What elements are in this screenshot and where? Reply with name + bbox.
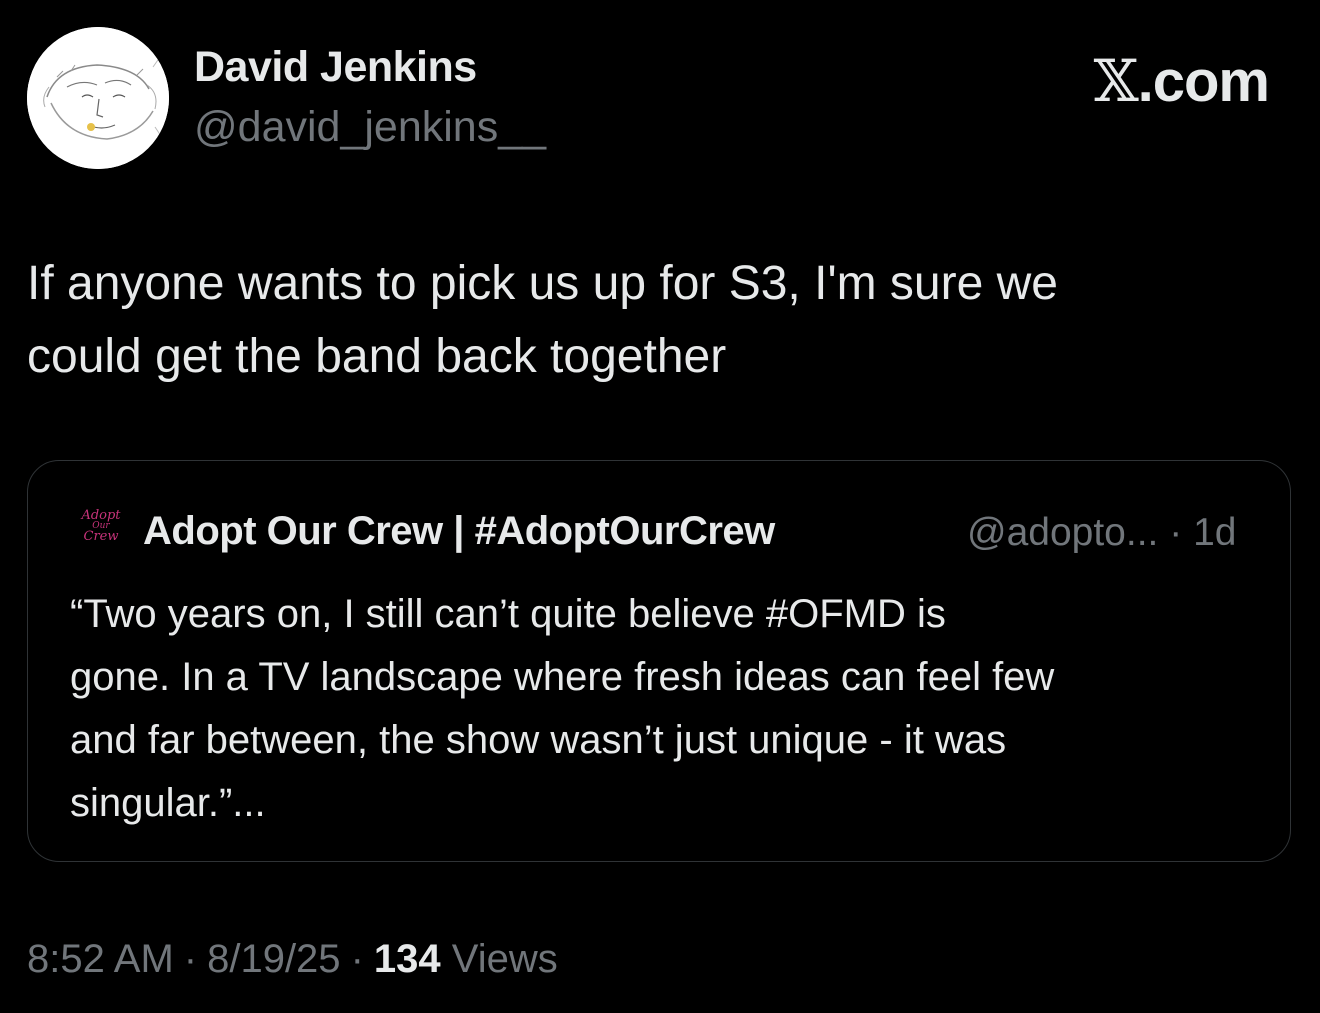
tweet-date[interactable]: 8/19/25 [207, 937, 340, 981]
author-name[interactable]: David Jenkins [194, 43, 477, 92]
views-label[interactable]: Views [452, 937, 558, 981]
tweet-header: David Jenkins @david_jenkins__ 𝕏.com [27, 27, 1293, 169]
tweet-footer: 8:52 AM · 8/19/25 · 134 Views [27, 937, 558, 982]
quoted-author-name[interactable]: Adopt Our Crew | #AdoptOurCrew [143, 509, 775, 554]
quoted-meta: @adopto... · 1d [967, 511, 1236, 555]
meta-separator: · [1169, 511, 1183, 554]
quoted-text-line: “Two years on, I still can’t quite belie… [70, 592, 946, 636]
quoted-text-line: and far between, the show wasn’t just un… [70, 718, 1007, 762]
x-logo-icon: 𝕏 [1093, 47, 1139, 115]
tweet-time[interactable]: 8:52 AM [27, 937, 174, 981]
tweet-text: If anyone wants to pick us up for S3, I'… [27, 247, 1277, 393]
quoted-tweet[interactable]: Adopt Our Crew Adopt Our Crew | #AdoptOu… [27, 460, 1291, 862]
quoted-text-line: singular.”... [70, 781, 266, 825]
quoted-author-handle[interactable]: @adopto... [967, 511, 1158, 554]
tweet-text-line: If anyone wants to pick us up for S3, I'… [27, 257, 1058, 310]
footer-separator: · [350, 937, 364, 981]
author-avatar[interactable] [27, 27, 169, 169]
tweet-text-line: could get the band back together [27, 330, 727, 383]
quote-logo-line: Crew [83, 529, 119, 544]
quoted-tweet-text: “Two years on, I still can’t quite belie… [70, 583, 1270, 835]
quoted-tweet-header: Adopt Our Crew Adopt Our Crew | #AdoptOu… [75, 507, 1265, 559]
views-count[interactable]: 134 [374, 937, 441, 981]
x-com-brand: 𝕏.com [1093, 47, 1270, 115]
footer-separator: · [183, 937, 198, 981]
quoted-text-line: gone. In a TV landscape where fresh idea… [70, 655, 1055, 699]
brand-suffix: .com [1137, 49, 1270, 114]
author-handle[interactable]: @david_jenkins__ [194, 103, 546, 152]
quoted-age[interactable]: 1d [1193, 511, 1236, 554]
sketch-portrait-icon [27, 27, 169, 169]
adopt-our-crew-logo-icon[interactable]: Adopt Our Crew [75, 509, 127, 554]
